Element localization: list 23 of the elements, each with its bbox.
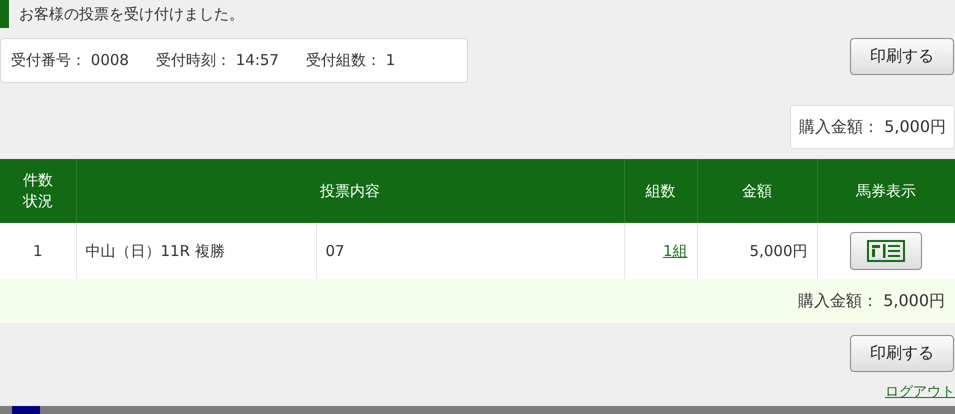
receipt-info: 受付時刻： 14:57 [156,51,279,70]
confirmation-message: お客様の投票を受け付けました。 [19,4,244,24]
column-header: 投票内容 [76,159,624,223]
print-button[interactable]: 印刷する [850,335,954,372]
purchase-total: 購入金額： 5,000円 [0,279,955,323]
table-cell: 07 [316,223,624,279]
sets-link[interactable]: 1組 [662,242,688,260]
receipt-info: 受付組数： 1 [306,51,396,70]
footer-mark [12,406,40,414]
table-cell: 1 [0,223,76,279]
column-header: 馬券表示 [817,159,955,223]
purchase-total: 購入金額： 5,000円 [790,105,955,149]
column-header: 金額 [697,159,817,223]
column-header: 件数状況 [0,159,76,223]
table-cell: 5,000円 [697,223,817,279]
receipt-info: 受付番号： 0008 [11,51,129,70]
ticket-view-button[interactable] [850,232,922,270]
column-header: 組数 [624,159,697,223]
message-accent [0,0,9,28]
table-cell: 中山（日）11R 複勝 [76,223,316,279]
logout-link[interactable]: ログアウト [885,383,955,401]
ticket-icon [867,240,905,262]
print-button[interactable]: 印刷する [850,38,954,75]
